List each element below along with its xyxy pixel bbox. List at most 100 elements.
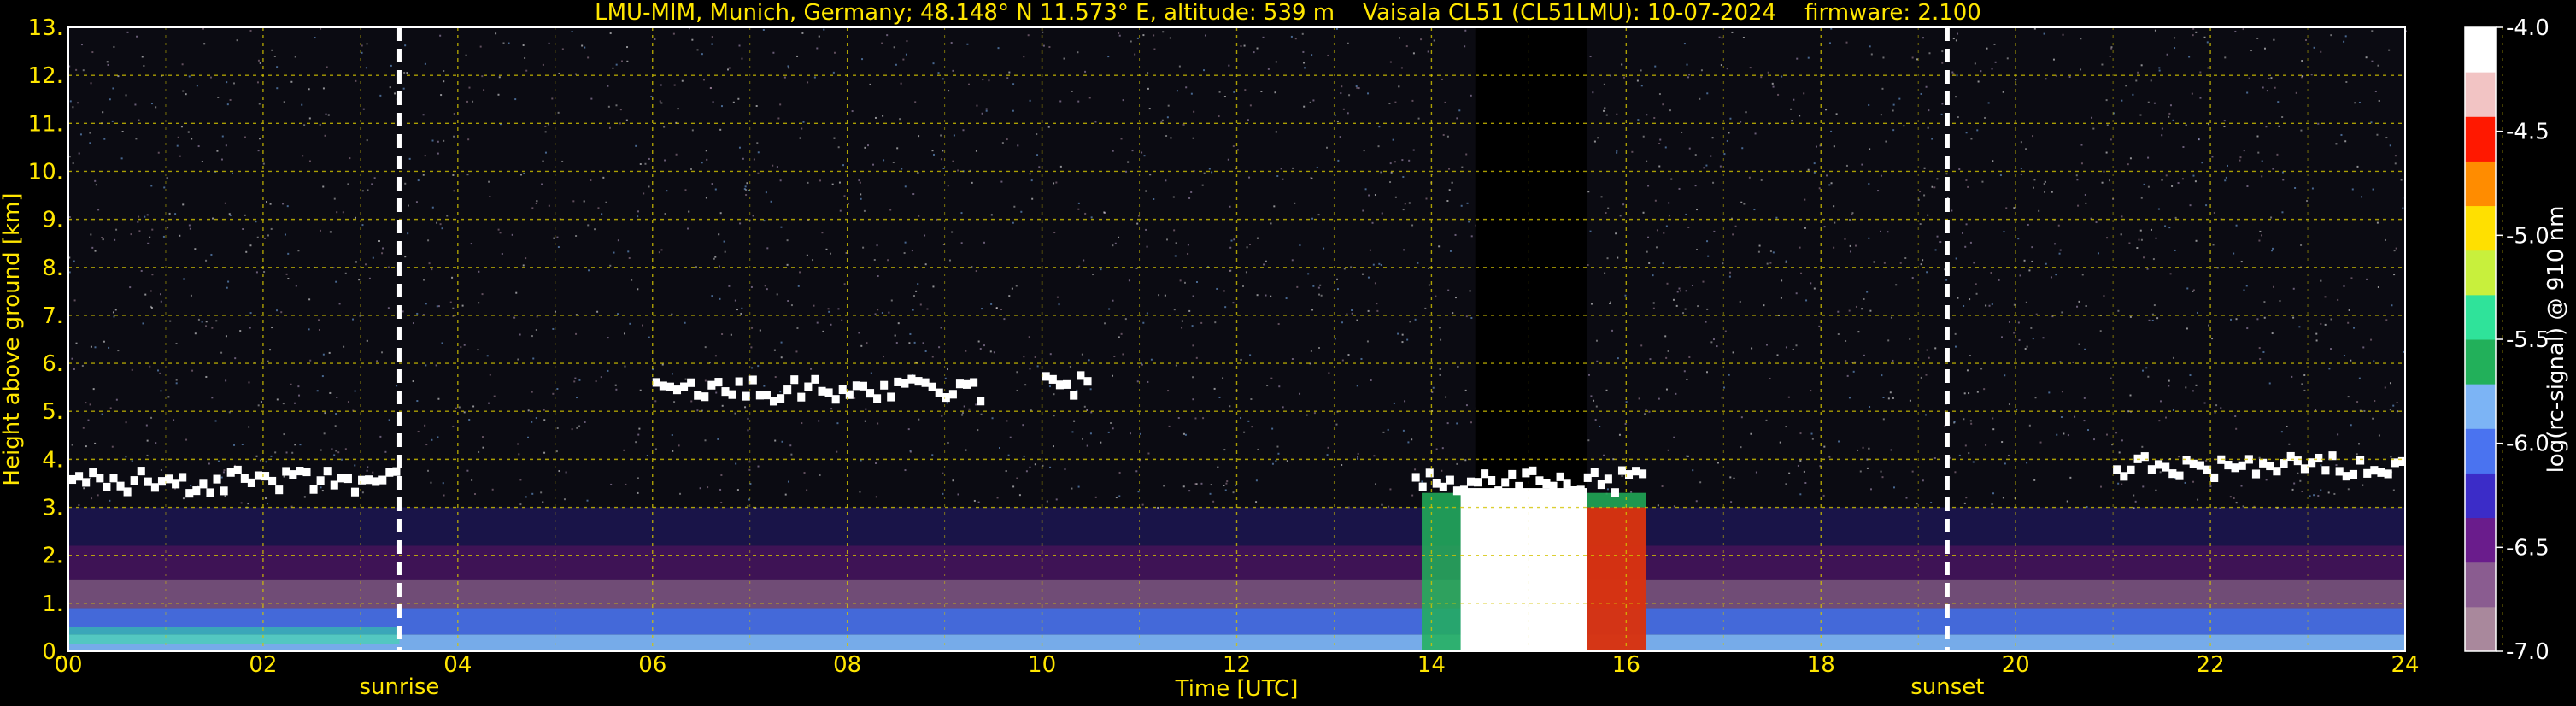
noise-speck	[1720, 64, 1722, 67]
noise-speck	[1723, 386, 1726, 389]
noise-speck	[1892, 103, 1895, 106]
noise-speck	[780, 226, 783, 228]
noise-speck	[340, 458, 343, 461]
noise-speck	[2230, 318, 2233, 321]
cloud-segment	[1048, 374, 1057, 384]
x-tick-label: 06	[638, 652, 666, 678]
noise-speck	[1162, 31, 1165, 33]
noise-speck	[1372, 263, 1375, 266]
noise-speck	[489, 195, 491, 197]
noise-speck	[1892, 486, 1895, 489]
noise-speck	[2257, 151, 2260, 154]
cloud-segment	[2377, 468, 2385, 477]
noise-speck	[587, 224, 590, 227]
noise-speck	[1723, 153, 1726, 156]
cloud-segment	[1515, 481, 1523, 491]
noise-speck	[2272, 285, 2274, 288]
noise-speck	[2313, 494, 2315, 497]
noise-speck	[757, 172, 760, 174]
cloud-segment	[666, 382, 674, 391]
noise-speck	[1589, 56, 1592, 58]
noise-speck	[1833, 205, 1835, 208]
noise-speck	[1983, 388, 1986, 391]
noise-speck	[361, 190, 364, 192]
noise-speck	[1895, 284, 1898, 286]
noise-speck	[257, 59, 260, 62]
noise-speck	[747, 417, 749, 420]
noise-speck	[1016, 389, 1018, 391]
noise-speck	[294, 56, 296, 58]
noise-speck	[783, 76, 786, 79]
noise-speck	[2265, 479, 2268, 481]
noise-speck	[947, 185, 949, 187]
noise-speck	[720, 501, 723, 503]
noise-speck	[772, 164, 774, 167]
noise-speck	[2129, 315, 2132, 318]
noise-speck	[659, 100, 661, 103]
noise-speck	[2110, 377, 2112, 379]
noise-speck	[1084, 212, 1087, 215]
noise-speck	[602, 176, 605, 179]
noise-speck	[436, 305, 438, 308]
noise-speck	[719, 212, 722, 215]
noise-speck	[1464, 389, 1467, 391]
noise-speck	[1667, 350, 1669, 352]
cloud-segment	[742, 391, 750, 401]
noise-speck	[1058, 303, 1060, 306]
noise-speck	[191, 369, 194, 372]
noise-speck	[2195, 239, 2198, 242]
noise-speck	[2066, 500, 2068, 503]
noise-speck	[1167, 104, 1170, 107]
noise-speck	[745, 189, 748, 191]
noise-speck	[1444, 101, 1446, 103]
noise-speck	[441, 227, 443, 230]
noise-speck	[2268, 382, 2271, 385]
cloud-segment	[226, 468, 235, 477]
noise-speck	[985, 109, 988, 112]
noise-speck	[1964, 444, 1967, 447]
noise-speck	[1445, 396, 1447, 398]
noise-speck	[2148, 319, 2151, 321]
noise-speck	[160, 390, 162, 392]
noise-speck	[748, 461, 751, 463]
noise-speck	[1470, 316, 1473, 319]
noise-speck	[1654, 65, 1657, 68]
noise-speck	[975, 270, 977, 273]
noise-speck	[650, 95, 653, 97]
cloud-segment	[1617, 466, 1626, 475]
noise-speck	[263, 271, 266, 274]
noise-speck	[531, 421, 533, 423]
noise-speck	[996, 497, 999, 499]
noise-speck	[1164, 294, 1166, 297]
noise-speck	[1849, 219, 1851, 221]
noise-speck	[833, 137, 836, 139]
noise-speck	[799, 137, 801, 139]
colorbar-label: log(rc-signal) @ 910 nm	[2544, 206, 2569, 474]
noise-speck	[91, 497, 93, 500]
noise-speck	[540, 491, 543, 494]
noise-speck	[2044, 191, 2046, 193]
noise-speck	[517, 358, 519, 361]
noise-speck	[1920, 263, 1922, 266]
y-tick-label: 7.	[42, 303, 63, 329]
noise-speck	[1740, 416, 1743, 419]
noise-speck	[466, 174, 469, 176]
noise-speck	[587, 56, 590, 59]
noise-speck	[548, 204, 550, 207]
noise-speck	[452, 425, 455, 427]
noise-speck	[138, 215, 140, 218]
noise-speck	[406, 72, 408, 74]
noise-speck	[478, 270, 480, 273]
noise-speck	[1251, 426, 1253, 428]
noise-speck	[1412, 52, 1415, 55]
noise-speck	[965, 350, 967, 352]
noise-speck	[1006, 77, 1009, 79]
noise-speck	[1656, 229, 1658, 232]
noise-speck	[1834, 221, 1836, 224]
noise-speck	[2353, 327, 2356, 329]
noise-speck	[1427, 50, 1429, 53]
noise-speck	[1175, 242, 1177, 244]
noise-speck	[2394, 162, 2397, 165]
noise-speck	[524, 56, 526, 59]
cloud-segment	[206, 488, 214, 497]
